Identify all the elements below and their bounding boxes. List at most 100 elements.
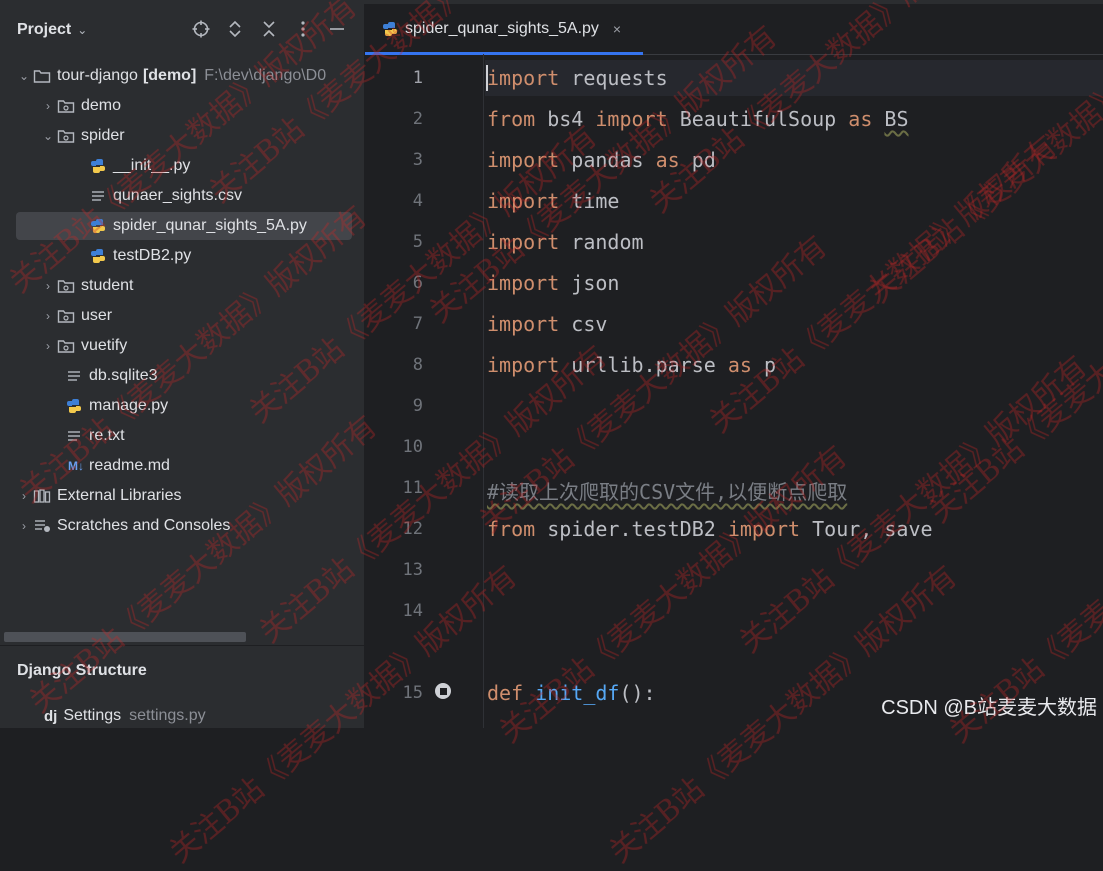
code-line: import random [487,230,644,260]
tree-item-root[interactable]: ⌄ tour-django [demo] F:\dev\django\D0 [0,62,364,90]
tree-item-label: re.txt [89,427,125,444]
tree-item-re-txt[interactable]: re.txt [0,422,364,450]
tree-item-label: tour-django [57,67,138,84]
chevron-right-icon[interactable]: › [39,99,57,113]
code-token: import [487,353,560,377]
code-token: as [848,107,873,131]
code-token: BS [884,107,909,131]
tab-spider-qunar[interactable]: spider_qunar_sights_5A.py × [365,4,643,55]
line-number: 8 [412,355,423,375]
python-file-icon [65,397,83,415]
collapse-all-icon[interactable] [258,18,280,40]
tree-item-manage-py[interactable]: manage.py [0,392,364,420]
text-file-icon [65,367,83,385]
code-line: def init_df(): [487,681,656,711]
text-file-icon [65,427,83,445]
line-number-gutter[interactable]: 1 2 3 4 5 6 7 8 9 10 11 12 13 14 15 [365,54,485,728]
project-panel-header: Project ⌄ [0,4,364,56]
settings-file: settings.py [129,707,206,724]
close-icon[interactable]: × [613,21,621,37]
django-icon: dj [44,707,58,725]
code-token: import [595,107,668,131]
code-token: pandas [571,148,644,172]
tree-item-label: qunaer_sights.csv [113,187,242,204]
tree-item-label: manage.py [89,397,169,414]
code-token: as [655,148,680,172]
line-number: 9 [412,396,423,416]
chevron-right-icon[interactable]: › [15,519,33,533]
code-token: def [487,681,524,705]
chevron-right-icon[interactable]: › [15,489,33,503]
tree-item-spider-qunar[interactable]: spider_qunar_sights_5A.py [16,212,352,240]
code-line: #读取上次爬取的CSV文件,以便断点爬取 [487,476,847,506]
gutter-divider [483,54,484,728]
minimize-icon[interactable] [326,18,348,40]
code-line: import csv [487,312,607,342]
code-line: import json [487,271,619,301]
django-settings-item[interactable]: dj Settings settings.py [44,707,206,725]
tree-item-label: vuetify [81,337,128,354]
code-token: bs4 [547,107,584,131]
text-file-icon [89,187,107,205]
project-view-selector[interactable]: Project ⌄ [17,21,87,39]
code-line: import pandas as pd [487,148,716,178]
code-token: pd [691,148,716,172]
code-token: import [727,517,801,541]
line-number: 10 [402,437,423,457]
tree-item-spider[interactable]: ⌄ spider [0,122,364,150]
more-options-icon[interactable] [292,18,314,40]
code-token: from [487,517,536,541]
tree-item-user[interactable]: › user [0,302,364,330]
horizontal-scrollbar[interactable] [4,632,246,642]
chevron-right-icon[interactable]: › [39,279,57,293]
locate-file-icon[interactable] [190,18,212,40]
code-token: #读取上次爬取的CSV文件,以便断点爬取 [487,480,848,504]
chevron-right-icon[interactable]: › [39,339,57,353]
line-number: 6 [412,273,423,293]
code-token: random [571,230,644,254]
library-icon [33,487,51,505]
line-number: 3 [412,150,423,170]
tree-item-demo[interactable]: › demo [0,92,364,120]
tree-item-external-libraries[interactable]: › External Libraries [0,482,364,510]
tree-item-label: __init__.py [113,157,191,174]
expand-all-icon[interactable] [224,18,246,40]
code-token: csv [571,312,608,336]
tree-item-readme[interactable]: M↓ readme.md [0,452,364,480]
code-token: p [763,353,777,377]
tree-item-student[interactable]: › student [0,272,364,300]
code-line: import requests [487,66,668,96]
chevron-right-icon[interactable]: › [39,309,57,323]
markdown-file-icon: M↓ [68,459,84,473]
tree-item-csv[interactable]: qunaer_sights.csv [0,182,364,210]
line-number: 11 [402,478,423,498]
tree-item-label: spider [81,127,125,144]
tree-item-testdb2[interactable]: testDB2.py [0,242,364,270]
folder-icon [33,67,51,85]
line-number: 5 [412,232,423,252]
code-token: as [727,353,752,377]
code-token: Tour, save [812,517,933,541]
tree-item-init-py[interactable]: __init__.py [0,152,364,180]
chevron-down-icon[interactable]: ⌄ [15,69,33,83]
code-token: import [487,230,560,254]
tree-item-label: External Libraries [57,487,182,504]
breakpoint-icon[interactable] [435,683,451,699]
code-token: import [487,148,560,172]
python-file-icon [89,157,107,175]
tree-item-scratches[interactable]: › Scratches and Consoles [0,512,364,540]
tree-item-db-sqlite3[interactable]: db.sqlite3 [0,362,364,390]
tree-item-label: user [81,307,113,324]
package-folder-icon [57,337,75,355]
code-token: time [571,189,620,213]
csdn-watermark: CSDN @B站麦麦大数据 [881,697,1097,719]
line-number: 2 [412,109,423,129]
code-token: spider.testDB2 [547,517,716,541]
package-folder-icon [57,307,75,325]
line-number: 14 [402,601,423,621]
line-number: 12 [402,519,423,539]
chevron-down-icon[interactable]: ⌄ [39,129,57,143]
python-file-icon [381,20,399,38]
chevron-down-icon: ⌄ [77,23,88,37]
tree-item-vuetify[interactable]: › vuetify [0,332,364,360]
